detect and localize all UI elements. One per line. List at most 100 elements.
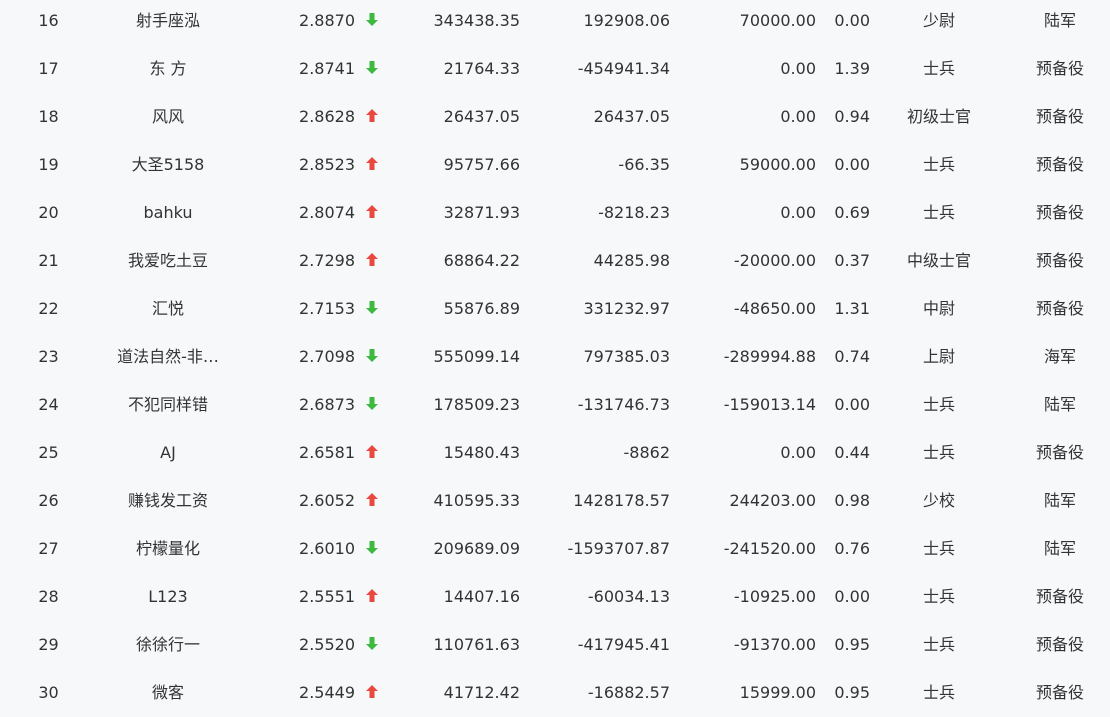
rank-title-cell: 士兵 bbox=[922, 59, 955, 78]
value-3-cell: 15999.00 bbox=[739, 683, 816, 702]
rank-cell: 27 bbox=[38, 539, 59, 558]
value-3-cell: 0.00 bbox=[780, 443, 816, 462]
value-1-cell: 178509.23 bbox=[433, 395, 520, 414]
value-2-cell: 1428178.57 bbox=[573, 491, 670, 510]
value-3-cell: -20000.00 bbox=[733, 251, 816, 270]
value-2-cell: -1593707.87 bbox=[567, 539, 670, 558]
rank-cell: 18 bbox=[38, 107, 59, 126]
rank-title-cell: 士兵 bbox=[922, 635, 955, 654]
name-cell: 徐徐行一 bbox=[135, 635, 200, 654]
value-4-cell: 0.76 bbox=[834, 539, 870, 558]
name-cell: 大圣5158 bbox=[131, 155, 205, 174]
rank-title-cell: 上尉 bbox=[922, 347, 955, 366]
value-2-cell: -8862 bbox=[623, 443, 671, 462]
value-4-cell: 0.00 bbox=[834, 395, 870, 414]
branch-cell: 陆军 bbox=[1043, 395, 1076, 414]
rank-cell: 16 bbox=[38, 11, 59, 30]
arrow-up-icon bbox=[364, 141, 380, 189]
arrow-up-icon bbox=[364, 573, 380, 621]
score-cell: 2.7098 bbox=[299, 347, 355, 366]
rank-cell: 20 bbox=[38, 203, 59, 222]
score-cell: 2.8074 bbox=[299, 203, 355, 222]
table-row[interactable]: 16 射手座泓 2.8870 343438.35 192908.06 70000.00 0.… bbox=[0, 0, 1110, 45]
table-row[interactable]: 21 我爱吃土豆 2.7298 68864.22 44285.98 -20000.00 0.… bbox=[0, 237, 1110, 285]
name-cell: 我爱吃土豆 bbox=[127, 251, 208, 270]
value-2-cell: -131746.73 bbox=[577, 395, 670, 414]
branch-cell: 预备役 bbox=[1035, 299, 1084, 318]
rank-title-cell: 士兵 bbox=[922, 155, 955, 174]
value-1-cell: 555099.14 bbox=[433, 347, 520, 366]
score-cell: 2.5520 bbox=[299, 635, 355, 654]
value-3-cell: -48650.00 bbox=[733, 299, 816, 318]
value-3-cell: -91370.00 bbox=[733, 635, 816, 654]
value-2-cell: 797385.03 bbox=[583, 347, 670, 366]
score-cell: 2.8870 bbox=[299, 11, 355, 30]
table-row[interactable]: 20 bahku 2.8074 32871.93 -8218.23 0.00 0.69 士兵 预… bbox=[0, 189, 1110, 237]
score-cell: 2.8628 bbox=[299, 107, 355, 126]
arrow-down-icon bbox=[364, 525, 380, 573]
table-row[interactable]: 17 东 方 2.8741 21764.33 -454941.34 0.00 1.39 士兵 预… bbox=[0, 45, 1110, 93]
rank-title-cell: 初级士官 bbox=[906, 107, 971, 126]
value-2-cell: 26437.05 bbox=[593, 107, 670, 126]
table-row[interactable]: 29 徐徐行一 2.5520 110761.63 -417945.41 -91370.00… bbox=[0, 621, 1110, 669]
arrow-down-icon bbox=[364, 621, 380, 669]
value-4-cell: 0.98 bbox=[834, 491, 870, 510]
branch-cell: 海军 bbox=[1043, 347, 1076, 366]
table-row[interactable]: 22 汇悦 2.7153 55876.89 331232.97 -48650.00 1.31… bbox=[0, 285, 1110, 333]
name-cell: 汇悦 bbox=[151, 299, 184, 318]
rank-title-cell: 士兵 bbox=[922, 443, 955, 462]
table-row[interactable]: 19 大圣5158 2.8523 95757.66 -66.35 59000.00 0.00… bbox=[0, 141, 1110, 189]
table-row[interactable]: 23 道法自然-非… 2.7098 555099.14 797385.03 -289994… bbox=[0, 333, 1110, 381]
value-1-cell: 32871.93 bbox=[443, 203, 520, 222]
branch-cell: 预备役 bbox=[1035, 635, 1084, 654]
rank-title-cell: 少校 bbox=[922, 491, 955, 510]
table-row[interactable]: 18 风风 2.8628 26437.05 26437.05 0.00 0.94 初级士官 预备… bbox=[0, 93, 1110, 141]
rank-cell: 30 bbox=[38, 683, 59, 702]
value-4-cell: 0.95 bbox=[834, 635, 870, 654]
rank-cell: 26 bbox=[38, 491, 59, 510]
value-1-cell: 26437.05 bbox=[443, 107, 520, 126]
branch-cell: 预备役 bbox=[1035, 683, 1084, 702]
score-cell: 2.6873 bbox=[299, 395, 355, 414]
value-3-cell: 244203.00 bbox=[729, 491, 816, 510]
rank-cell: 23 bbox=[38, 347, 59, 366]
rank-cell: 24 bbox=[38, 395, 59, 414]
rank-cell: 19 bbox=[38, 155, 59, 174]
value-4-cell: 1.39 bbox=[834, 59, 870, 78]
arrow-down-icon bbox=[364, 333, 380, 381]
arrow-down-icon bbox=[364, 381, 380, 429]
name-cell: 赚钱发工资 bbox=[127, 491, 208, 510]
table-row[interactable]: 24 不犯同样错 2.6873 178509.23 -131746.73 -159013.… bbox=[0, 381, 1110, 429]
arrow-up-icon bbox=[364, 429, 380, 477]
rank-title-cell: 中级士官 bbox=[906, 251, 971, 270]
rank-title-cell: 中尉 bbox=[922, 299, 955, 318]
table-row[interactable]: 27 柠檬量化 2.6010 209689.09 -1593707.87 -241520.… bbox=[0, 525, 1110, 573]
branch-cell: 陆军 bbox=[1043, 491, 1076, 510]
table-row[interactable]: 25 AJ 2.6581 15480.43 -8862 0.00 0.44 士兵 预备役 bbox=[0, 429, 1110, 477]
value-1-cell: 410595.33 bbox=[433, 491, 520, 510]
branch-cell: 预备役 bbox=[1035, 59, 1084, 78]
rank-cell: 28 bbox=[38, 587, 59, 606]
value-3-cell: 59000.00 bbox=[739, 155, 816, 174]
table-row[interactable]: 30 微客 2.5449 41712.42 -16882.57 15999.00 0.95 士… bbox=[0, 669, 1110, 717]
name-cell: 风风 bbox=[151, 107, 184, 126]
arrow-up-icon bbox=[364, 93, 380, 141]
name-cell: 柠檬量化 bbox=[135, 539, 200, 558]
rank-cell: 21 bbox=[38, 251, 59, 270]
table-row[interactable]: 28 L123 2.5551 14407.16 -60034.13 -10925.00 0.… bbox=[0, 573, 1110, 621]
value-1-cell: 15480.43 bbox=[443, 443, 520, 462]
name-cell: L123 bbox=[148, 587, 188, 606]
score-cell: 2.5551 bbox=[299, 587, 355, 606]
value-2-cell: -8218.23 bbox=[598, 203, 670, 222]
value-1-cell: 209689.09 bbox=[433, 539, 520, 558]
name-cell: bahku bbox=[143, 203, 193, 222]
branch-cell: 预备役 bbox=[1035, 155, 1084, 174]
score-cell: 2.6052 bbox=[299, 491, 355, 510]
value-4-cell: 0.74 bbox=[834, 347, 870, 366]
branch-cell: 预备役 bbox=[1035, 107, 1084, 126]
value-1-cell: 110761.63 bbox=[433, 635, 520, 654]
table-row[interactable]: 26 赚钱发工资 2.6052 410595.33 1428178.57 244203.0… bbox=[0, 477, 1110, 525]
rank-cell: 22 bbox=[38, 299, 59, 318]
name-cell: 道法自然-非… bbox=[117, 347, 219, 366]
value-4-cell: 0.37 bbox=[834, 251, 870, 270]
